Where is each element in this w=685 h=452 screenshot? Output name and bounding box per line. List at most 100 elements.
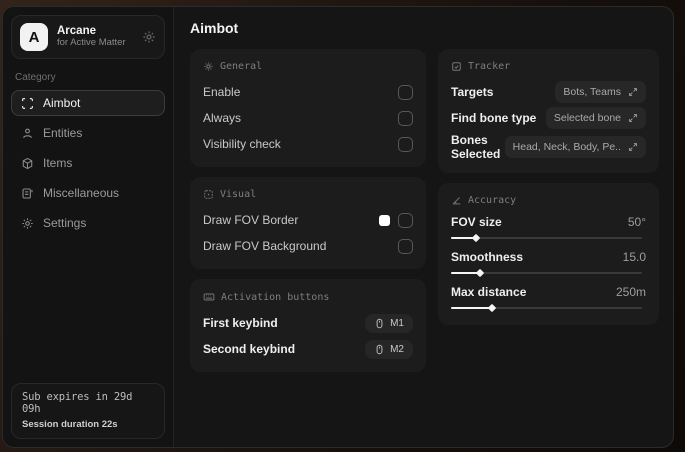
smoothness-row: Smoothness 15.0 (451, 250, 646, 278)
draw-fov-background-checkbox[interactable] (398, 238, 413, 254)
expand-icon (628, 142, 638, 152)
targets-value: Bots, Teams (563, 86, 621, 98)
draw-fov-background-row: Draw FOV Background (203, 235, 413, 257)
sidebar-item-label: Miscellaneous (43, 186, 120, 200)
keyboard-icon (203, 291, 215, 303)
category-label: Category (15, 72, 56, 83)
targets-label: Targets (451, 85, 494, 99)
smoothness-slider[interactable] (451, 268, 646, 278)
general-header: General (220, 61, 263, 72)
bones-selected-value: Head, Neck, Body, Pe.. (512, 141, 621, 153)
sidebar-nav: Aimbot Entities Items Miscellaneous Sett… (11, 90, 165, 236)
mouse-icon (374, 318, 385, 329)
draw-fov-border-label: Draw FOV Border (203, 213, 299, 227)
find-bone-type-value: Selected bone (553, 112, 621, 124)
crosshair-scan-icon (21, 97, 34, 110)
slider-thumb[interactable] (476, 268, 485, 278)
activation-buttons-header: Activation buttons (221, 291, 330, 303)
brand-logo: A (20, 23, 48, 51)
keybind-value: M1 (390, 317, 404, 329)
sidebar: A Arcane for Active Matter Category Aimb… (3, 7, 174, 447)
visibility-check-label: Visibility check (203, 137, 281, 151)
page-title: Aimbot (190, 20, 239, 36)
slider-thumb[interactable] (472, 233, 481, 243)
sidebar-item-entities[interactable]: Entities (11, 120, 165, 146)
brand-text: Arcane for Active Matter (57, 25, 133, 49)
fov-size-row: FOV size 50° (451, 215, 646, 243)
mouse-icon (374, 344, 385, 355)
session-duration-text: Session duration 22s (22, 419, 118, 430)
cube-icon (21, 157, 34, 170)
brand-subtitle: for Active Matter (57, 37, 126, 49)
activation-buttons-card: Activation buttons First keybind M1 Seco… (190, 279, 426, 372)
max-distance-row: Max distance 250m (451, 285, 646, 313)
brand-card: A Arcane for Active Matter (11, 15, 165, 59)
bones-selected-row: Bones Selected Head, Neck, Body, Pe.. (451, 133, 646, 161)
sidebar-item-settings[interactable]: Settings (11, 210, 165, 236)
always-row: Always (203, 107, 413, 129)
targets-dropdown[interactable]: Bots, Teams (555, 81, 646, 103)
second-keybind-button[interactable]: M2 (365, 339, 413, 359)
main-content: Aimbot General Enable Always Visibility … (174, 7, 673, 447)
entities-icon (21, 127, 34, 140)
sidebar-item-items[interactable]: Items (11, 150, 165, 176)
tracker-header: Tracker (468, 61, 511, 72)
visibility-check-row: Visibility check (203, 133, 413, 155)
expand-icon (628, 87, 638, 97)
session-info: Sub expires in 29d 09h Session duration … (11, 383, 165, 439)
visual-card: Visual Draw FOV Border Draw FOV Backgrou… (190, 177, 426, 269)
find-bone-type-row: Find bone type Selected bone (451, 107, 646, 129)
always-checkbox[interactable] (398, 110, 413, 126)
tracker-card: Tracker Targets Bots, Teams Find bone ty… (438, 49, 659, 173)
fov-size-slider[interactable] (451, 233, 646, 243)
second-keybind-label: Second keybind (203, 342, 296, 356)
sidebar-item-aimbot[interactable]: Aimbot (11, 90, 165, 116)
expand-icon (628, 113, 638, 123)
bones-selected-dropdown[interactable]: Head, Neck, Body, Pe.. (504, 136, 646, 158)
enable-row: Enable (203, 81, 413, 103)
tracker-icon (451, 61, 462, 72)
find-bone-type-label: Find bone type (451, 111, 537, 125)
sidebar-item-label: Entities (43, 126, 83, 140)
gear-icon (21, 217, 34, 230)
max-distance-slider[interactable] (451, 303, 646, 313)
cheat-menu-window: A Arcane for Active Matter Category Aimb… (2, 6, 674, 448)
first-keybind-label: First keybind (203, 316, 278, 330)
visibility-check-checkbox[interactable] (398, 136, 413, 152)
sub-expiry-text: Sub expires in 29d 09h (22, 391, 133, 415)
second-keybind-row: Second keybind M2 (203, 338, 413, 360)
game-background: A Arcane for Active Matter Category Aimb… (0, 0, 685, 452)
draw-fov-background-label: Draw FOV Background (203, 239, 327, 253)
first-keybind-row: First keybind M1 (203, 312, 413, 334)
sidebar-item-label: Items (43, 156, 73, 170)
draw-fov-border-row: Draw FOV Border (203, 209, 413, 231)
list-icon (21, 187, 34, 200)
right-column: Tracker Targets Bots, Teams Find bone ty… (438, 49, 659, 335)
slider-thumb[interactable] (487, 303, 497, 313)
smoothness-label: Smoothness (451, 250, 524, 264)
accuracy-header: Accuracy (468, 195, 517, 206)
bones-selected-label: Bones Selected (451, 133, 501, 161)
visual-icon (203, 189, 214, 200)
max-distance-value: 250m (615, 285, 646, 299)
sidebar-item-label: Aimbot (43, 96, 81, 110)
first-keybind-button[interactable]: M1 (365, 313, 413, 333)
angle-icon (451, 195, 462, 206)
find-bone-type-dropdown[interactable]: Selected bone (545, 107, 646, 129)
sidebar-item-label: Settings (43, 216, 87, 230)
smoothness-value: 15.0 (622, 250, 646, 264)
gear-icon[interactable] (142, 30, 156, 44)
enable-checkbox[interactable] (398, 84, 413, 100)
general-gear-icon (203, 61, 214, 72)
fov-size-label: FOV size (451, 215, 502, 229)
visual-header: Visual (220, 189, 257, 200)
left-column: General Enable Always Visibility check V… (190, 49, 426, 382)
fov-border-color-swatch[interactable] (379, 214, 390, 226)
keybind-value: M2 (390, 343, 404, 355)
always-label: Always (203, 111, 242, 125)
draw-fov-border-checkbox[interactable] (398, 212, 413, 228)
targets-row: Targets Bots, Teams (451, 81, 646, 103)
sidebar-item-miscellaneous[interactable]: Miscellaneous (11, 180, 165, 206)
enable-label: Enable (203, 85, 241, 99)
